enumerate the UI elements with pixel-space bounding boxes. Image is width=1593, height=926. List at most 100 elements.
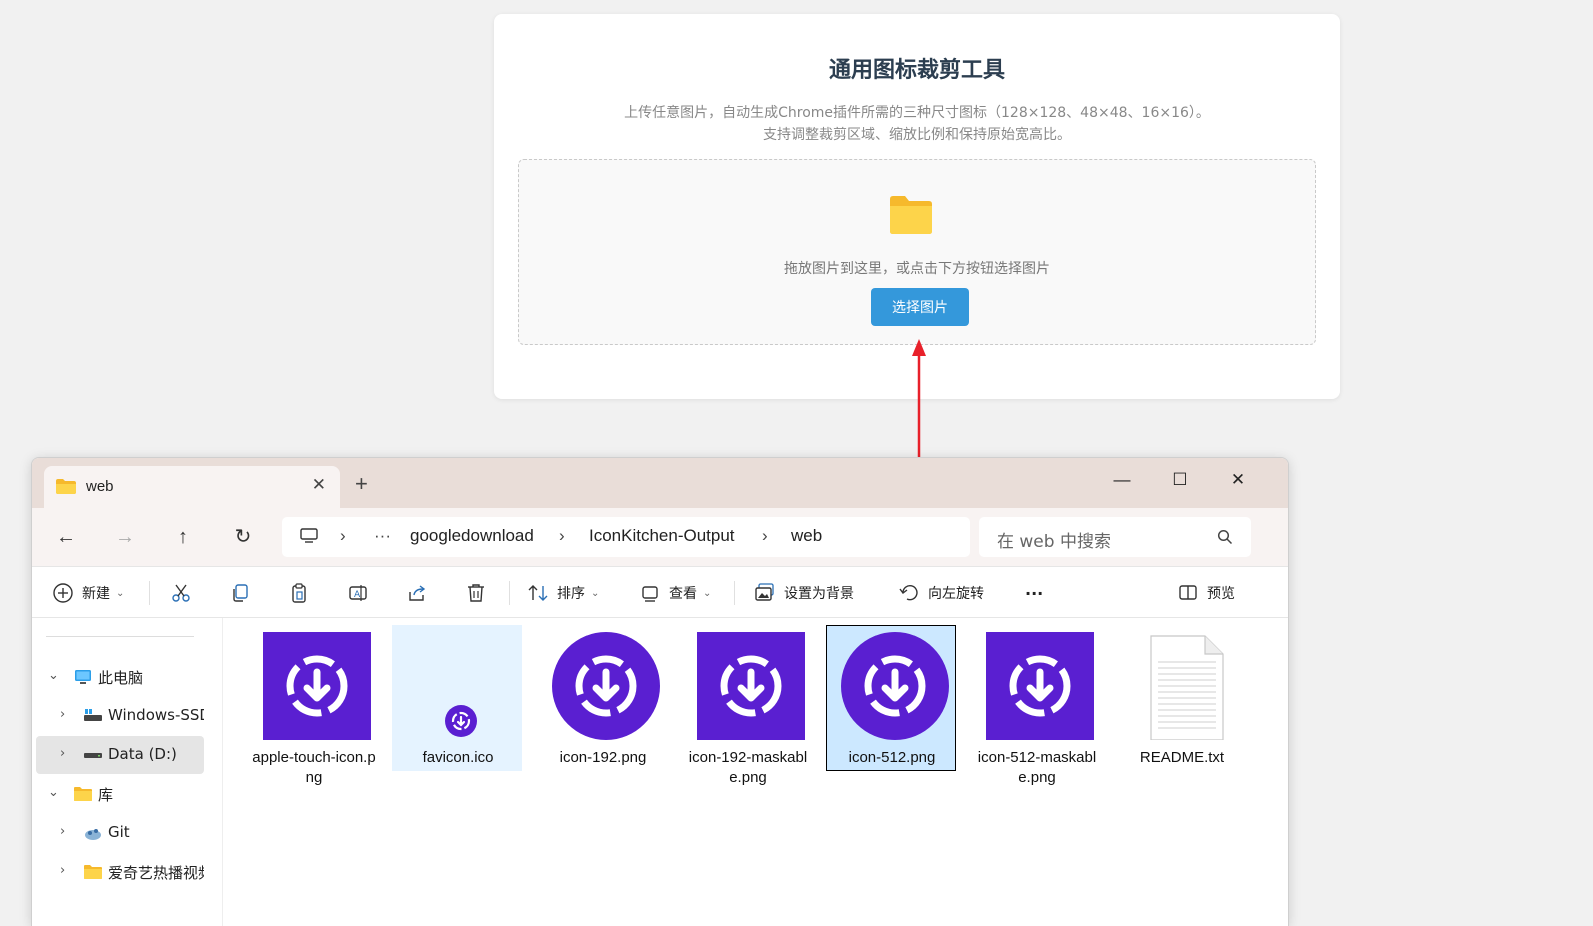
drop-zone[interactable]: 拖放图片到这里，或点击下方按钮选择图片 选择图片: [518, 159, 1316, 345]
close-window-icon[interactable]: ✕: [1218, 467, 1258, 493]
library-icon: [74, 787, 92, 801]
chevron-right-icon[interactable]: ›: [60, 746, 65, 761]
chevron-right-icon: ›: [340, 526, 346, 545]
rename-icon: A: [349, 585, 367, 601]
file-item[interactable]: README.txt: [1116, 625, 1246, 771]
file-name: icon-192.png: [559, 749, 647, 766]
sidebar-item-git[interactable]: › Git: [36, 814, 204, 852]
file-item[interactable]: icon-512-maskable.png: [971, 625, 1101, 786]
paste-button[interactable]: [288, 579, 318, 607]
page-title: 通用图标裁剪工具: [828, 58, 1005, 83]
command-bar: 新建 ⌄ A 排序 ⌄ 查看 ⌄ 设置为背景 向左旋转 ··· 预览: [32, 566, 1288, 618]
copy-icon: [233, 584, 248, 602]
rename-button[interactable]: A: [347, 579, 377, 607]
new-label: 新建: [82, 586, 110, 602]
share-button[interactable]: [406, 579, 436, 607]
file-item[interactable]: apple-touch-icon.png: [248, 625, 378, 786]
square-icon: [263, 632, 371, 740]
back-arrow-icon[interactable]: ←: [50, 523, 82, 551]
chevron-down-icon[interactable]: ⌄: [48, 668, 59, 683]
sidebar-item-label: Windows-SSD: [108, 706, 204, 724]
minimize-icon[interactable]: —: [1102, 467, 1142, 493]
chevron-right-icon[interactable]: ›: [60, 863, 65, 878]
description-line-2: 支持调整裁剪区域、缩放比例和保持原始宽高比。: [763, 127, 1071, 143]
clipboard-icon: [292, 583, 306, 603]
delete-button[interactable]: [465, 579, 495, 607]
monitor-icon: [300, 528, 318, 543]
view-label: 查看: [669, 586, 697, 602]
sort-button[interactable]: 排序 ⌄: [527, 579, 599, 607]
sidebar-item-data-d[interactable]: › Data (D:): [36, 736, 204, 774]
chevron-right-icon: ›: [559, 526, 565, 545]
view-icon: [642, 586, 658, 602]
chevron-right-icon: ›: [762, 526, 768, 545]
breadcrumb-web[interactable]: web: [791, 526, 822, 546]
breadcrumb-iconkitchen-output[interactable]: IconKitchen-Output: [589, 526, 735, 546]
choose-image-button[interactable]: 选择图片: [871, 288, 969, 326]
file-item[interactable]: icon-192.png: [537, 625, 667, 771]
square-icon: [986, 632, 1094, 740]
file-name: icon-512.png: [848, 749, 936, 766]
ellipsis-icon[interactable]: ···: [374, 526, 391, 546]
view-button[interactable]: 查看 ⌄: [639, 579, 711, 607]
chevron-down-icon: ⌄: [591, 587, 600, 599]
plus-circle-icon: [53, 583, 73, 603]
icon-cropper-card: 通用图标裁剪工具 上传任意图片，自动生成Chrome插件所需的三种尺寸图标（12…: [494, 14, 1340, 399]
title-bar: web ✕ + — ☐ ✕: [32, 458, 1288, 508]
set-background-button[interactable]: 设置为背景: [754, 579, 854, 607]
address-field[interactable]: › ··· googledownload › IconKitchen-Outpu…: [282, 517, 970, 557]
close-tab-icon[interactable]: ✕: [312, 475, 326, 495]
rotate-left-button[interactable]: 向左旋转: [898, 579, 984, 607]
search-icon: [1217, 529, 1233, 545]
set-background-label: 设置为背景: [784, 586, 854, 602]
search-placeholder: 在 web 中搜索: [997, 532, 1111, 552]
breadcrumb-googledownload[interactable]: googledownload: [410, 526, 534, 546]
forward-arrow-icon[interactable]: →: [109, 523, 141, 551]
sidebar-item-windows-ssd[interactable]: › Windows-SSD: [36, 697, 204, 735]
rotate-left-icon: [899, 584, 918, 601]
file-name: icon-192-maskable.png: [688, 749, 808, 786]
file-list: apple-touch-icon.png favicon.ico icon-19…: [224, 618, 1288, 926]
share-icon: [409, 585, 426, 601]
trash-icon: [468, 584, 484, 602]
new-button[interactable]: 新建 ⌄: [52, 579, 124, 607]
square-icon: [697, 632, 805, 740]
chevron-down-icon[interactable]: ⌄: [48, 785, 59, 800]
new-tab-icon[interactable]: +: [355, 473, 368, 495]
drive-icon: [84, 709, 102, 721]
copy-button[interactable]: [229, 579, 259, 607]
sidebar-item-iqiyi-videos[interactable]: › 爱奇艺热播视频: [36, 853, 204, 891]
sidebar-item-library[interactable]: ⌄ 库: [36, 775, 204, 813]
refresh-icon[interactable]: ↻: [227, 523, 259, 551]
text-file-icon: [1150, 635, 1224, 740]
file-item[interactable]: icon-192-maskable.png: [682, 625, 812, 786]
address-bar-row: ← → ↑ ↻ › ··· googledownload › IconKitch…: [32, 508, 1288, 566]
drop-hint: 拖放图片到这里，或点击下方按钮选择图片: [784, 261, 1050, 277]
preview-label: 预览: [1207, 586, 1235, 602]
scissors-icon: [172, 584, 190, 602]
circle-icon: [841, 632, 949, 740]
more-options-button[interactable]: ···: [1025, 579, 1043, 607]
sort-icon: [528, 585, 548, 601]
file-name: icon-512-maskable.png: [977, 749, 1097, 786]
circle-icon: [552, 632, 660, 740]
chevron-right-icon[interactable]: ›: [60, 824, 65, 839]
file-item-selected[interactable]: icon-512.png: [826, 625, 956, 771]
file-item[interactable]: favicon.ico: [392, 625, 522, 771]
up-arrow-icon[interactable]: ↑: [167, 523, 199, 551]
toolbar-divider: [149, 581, 150, 605]
sidebar-item-label: 爱奇艺热播视频: [108, 864, 204, 882]
chevron-right-icon[interactable]: ›: [60, 707, 65, 722]
maximize-icon[interactable]: ☐: [1160, 467, 1200, 493]
file-name: README.txt: [1139, 749, 1225, 766]
preview-button[interactable]: 预览: [1177, 579, 1235, 607]
preview-pane-icon: [1179, 585, 1197, 600]
file-name: favicon.ico: [422, 749, 494, 766]
svg-text:A: A: [354, 590, 361, 600]
cut-button[interactable]: [170, 579, 200, 607]
search-field[interactable]: 在 web 中搜索: [979, 517, 1251, 557]
toolbar-divider: [734, 581, 735, 605]
folder-icon: [890, 196, 932, 234]
tab-web[interactable]: web ✕: [44, 466, 340, 508]
sidebar-item-this-pc[interactable]: ⌄ 此电脑: [36, 658, 204, 696]
